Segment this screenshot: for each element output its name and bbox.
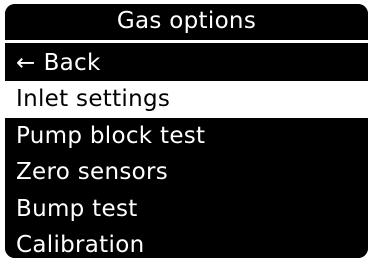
menu-item-label: Calibration	[16, 231, 145, 258]
page-title: Gas options	[5, 4, 368, 40]
left-arrow-icon: ←	[16, 50, 36, 76]
menu-item-zero-sensors[interactable]: Zero sensors	[5, 154, 368, 191]
menu-item-pump-block-test[interactable]: Pump block test	[5, 117, 368, 155]
gas-options-panel: Gas options ← Back Inlet settings Pump bl…	[5, 4, 368, 258]
device-screen: Gas options ← Back Inlet settings Pump bl…	[0, 0, 372, 260]
menu-item-label: Inlet settings	[16, 86, 171, 113]
menu-item-label: Back	[43, 50, 101, 76]
menu-item-inlet-settings[interactable]: Inlet settings	[5, 81, 368, 118]
menu-item-label: Pump block test	[16, 122, 206, 149]
menu-item-calibration[interactable]: Calibration	[5, 226, 368, 258]
menu-item-bump-test[interactable]: Bump test	[5, 190, 368, 227]
menu-item-label: Bump test	[16, 195, 138, 222]
menu-item-back[interactable]: ← Back	[5, 45, 368, 82]
menu-item-label: Zero sensors	[16, 159, 169, 186]
title-divider	[5, 40, 368, 43]
gas-options-menu: ← Back Inlet settings Pump block test Zer…	[5, 45, 368, 258]
